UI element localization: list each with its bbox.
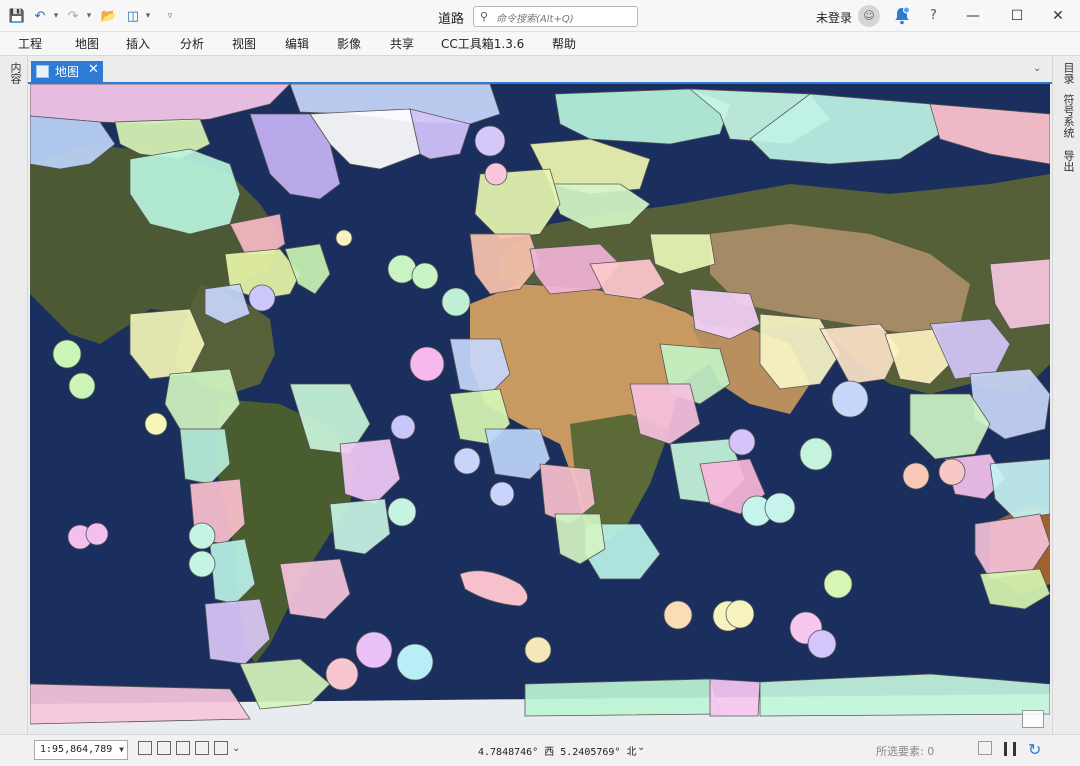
search-placeholder: 命令搜索(Alt+Q) xyxy=(496,14,574,25)
close-tab-icon[interactable]: ✕ xyxy=(88,62,99,77)
notification-icon[interactable] xyxy=(893,6,911,26)
tab-imagery[interactable]: 影像 xyxy=(337,35,361,52)
navigation-icon[interactable] xyxy=(214,741,228,755)
selected-features-count: 0 xyxy=(927,745,935,758)
minimize-icon[interactable]: — xyxy=(958,4,988,28)
coordinate-readout: 4.7848746° 西 5.2405769° 北 xyxy=(478,747,637,758)
ribbon-tabs: 工程 地图 插入 分析 视图 编辑 影像 共享 CC工具箱1.3.6 帮助 xyxy=(0,32,1080,56)
left-dock: 内容 xyxy=(0,56,28,736)
map-icon xyxy=(36,65,49,78)
tab-insert[interactable]: 插入 xyxy=(126,35,150,52)
close-window-icon[interactable]: ✕ xyxy=(1043,4,1073,28)
save-project-icon[interactable]: 💾 xyxy=(8,7,26,25)
snapping-icon[interactable] xyxy=(176,741,190,755)
help-icon[interactable]: ? xyxy=(930,8,937,23)
tab-analysis[interactable]: 分析 xyxy=(180,35,204,52)
map-rendering xyxy=(30,84,1050,734)
maximize-icon[interactable]: ☐ xyxy=(1002,4,1032,28)
right-dock: 目录 符号系统 导出 xyxy=(1052,56,1080,736)
grid-icon[interactable] xyxy=(157,741,171,755)
crosshair-icon[interactable] xyxy=(195,741,209,755)
map-view-tab[interactable]: 地图 ✕ xyxy=(31,61,103,82)
tab-edit[interactable]: 编辑 xyxy=(285,35,309,52)
tab-share[interactable]: 共享 xyxy=(390,35,414,52)
open-project-icon[interactable]: 📂 xyxy=(100,7,118,25)
map-view-tabbar: 地图 ✕ ⌄ xyxy=(28,56,1052,84)
export-pane-tab[interactable]: 导出 xyxy=(1060,150,1076,172)
selected-features-label: 所选要素: xyxy=(876,745,924,758)
chevron-down-icon: ▼ xyxy=(119,745,124,754)
coordinate-format-dropdown-icon[interactable]: ⌄ xyxy=(637,742,645,753)
tools-dropdown-icon[interactable]: ⌄ xyxy=(232,743,240,754)
tab-project[interactable]: 工程 xyxy=(18,35,42,52)
title-bar: 💾 ↶ ▾ ↷ ▾ 📂 ◫ ▾ ▿ 道路 ⚲ 命令搜索(Alt+Q) 未登录 ☺… xyxy=(0,0,1080,32)
document-title: 道路 xyxy=(438,12,465,27)
search-icon: ⚲ xyxy=(480,10,489,23)
layout-dropdown-icon[interactable]: ▾ xyxy=(143,7,153,25)
tab-view[interactable]: 视图 xyxy=(232,35,256,52)
selected-features[interactable]: 所选要素: 0 xyxy=(876,743,934,759)
tab-map[interactable]: 地图 xyxy=(75,35,99,52)
avatar-icon[interactable]: ☺ xyxy=(858,5,880,27)
redo-icon[interactable]: ↷ xyxy=(65,7,81,25)
symbology-pane-tab[interactable]: 符号系统 xyxy=(1060,94,1076,138)
fixed-zoom-icon[interactable] xyxy=(138,741,152,755)
undo-icon[interactable]: ↶ xyxy=(32,7,48,25)
customize-toolbar-icon[interactable]: ▿ xyxy=(163,7,177,25)
tab-list-dropdown-icon[interactable]: ⌄ xyxy=(1033,63,1041,74)
scale-dropdown[interactable]: 1:95,864,789 ▼ xyxy=(34,740,128,760)
command-search-input[interactable]: ⚲ 命令搜索(Alt+Q) xyxy=(473,6,638,27)
refresh-icon[interactable]: ↻ xyxy=(1028,740,1041,759)
scale-value: 1:95,864,789 xyxy=(40,744,113,755)
map-legend-toggle-icon[interactable] xyxy=(1022,710,1044,728)
tab-help[interactable]: 帮助 xyxy=(552,35,576,52)
pause-drawing-icon[interactable] xyxy=(1004,742,1016,756)
catalog-pane-tab[interactable]: 目录 xyxy=(1060,62,1076,84)
contents-pane-tab[interactable]: 内容 xyxy=(7,62,23,84)
undo-dropdown-icon[interactable]: ▾ xyxy=(51,7,61,25)
map-tab-label: 地图 xyxy=(55,65,80,79)
map-canvas[interactable] xyxy=(30,84,1050,734)
tab-cc-toolbox[interactable]: CC工具箱1.3.6 xyxy=(441,35,524,52)
redo-dropdown-icon[interactable]: ▾ xyxy=(84,7,94,25)
clear-selection-icon[interactable] xyxy=(978,741,992,755)
layout-icon[interactable]: ◫ xyxy=(124,7,142,25)
status-bar: 1:95,864,789 ▼ ⌄ 4.7848746° 西 5.2405769°… xyxy=(0,734,1080,766)
login-label[interactable]: 未登录 xyxy=(816,9,852,26)
